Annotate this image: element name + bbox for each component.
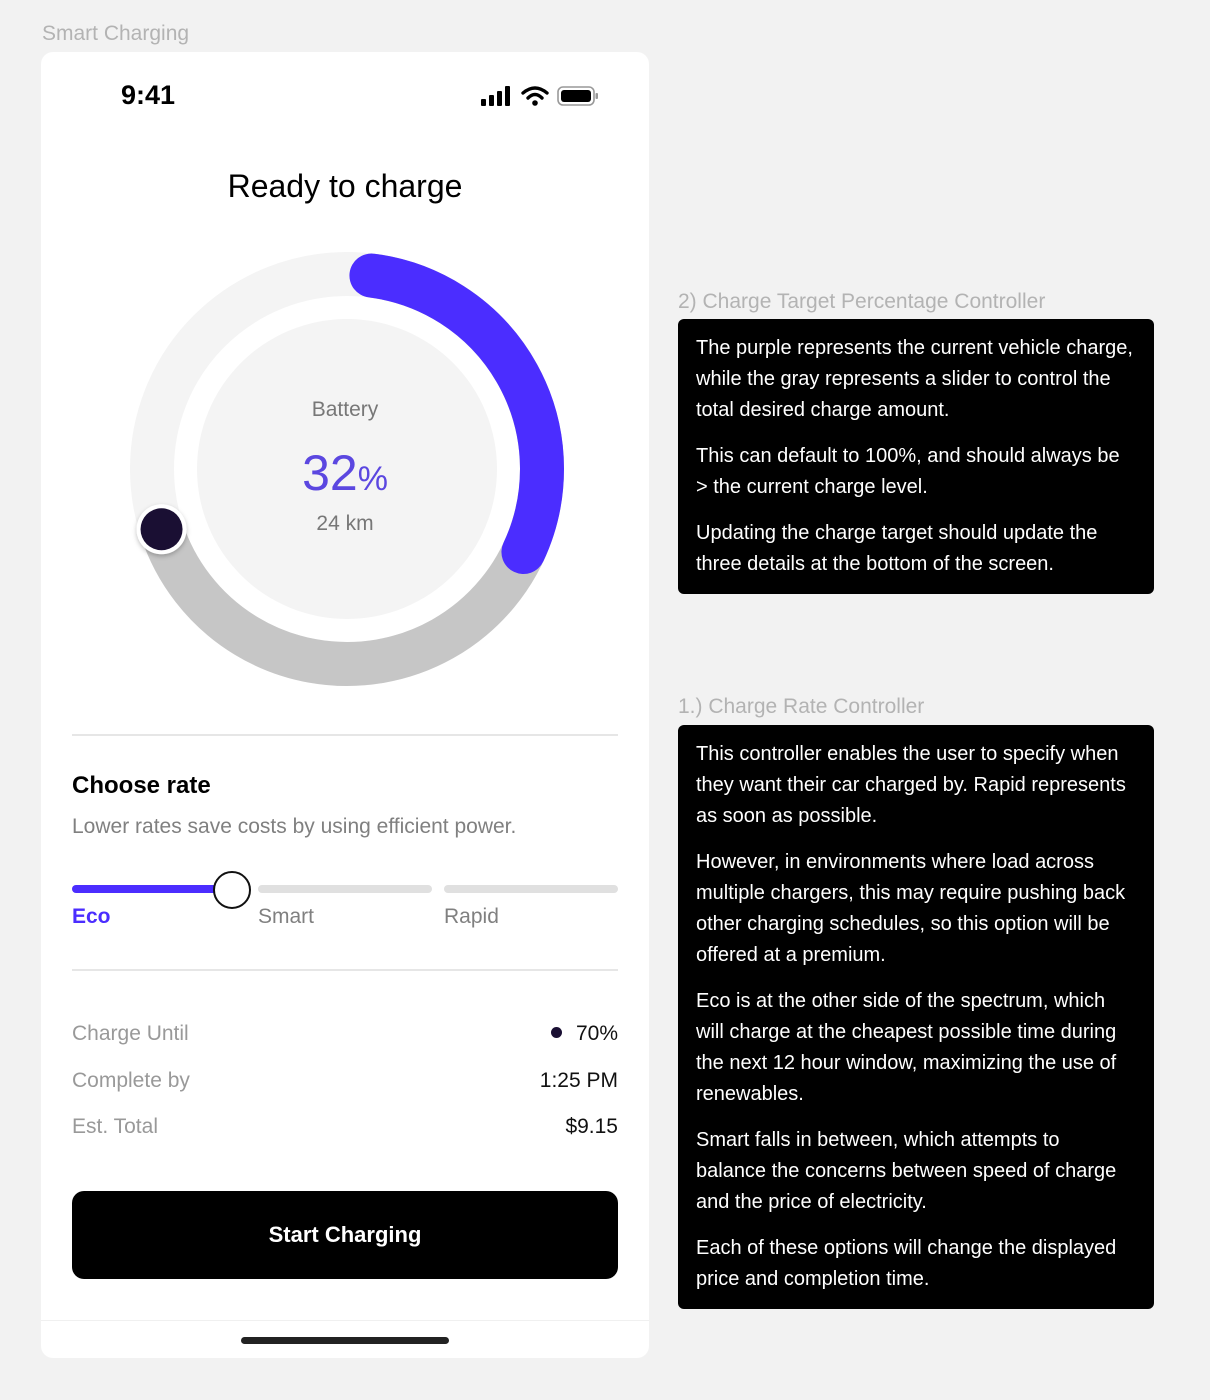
divider xyxy=(72,734,618,736)
status-icons xyxy=(481,86,599,111)
note-heading-charge-target: 2) Charge Target Percentage Controller xyxy=(678,290,1046,313)
note-paragraph: Eco is at the other side of the spectrum… xyxy=(696,990,1117,1105)
note-paragraph: Smart falls in between, which attempts t… xyxy=(696,1129,1117,1213)
note-paragraph: Updating the charge target should update… xyxy=(696,522,1098,575)
start-charging-button[interactable]: Start Charging xyxy=(72,1191,618,1279)
detail-charge-until-value: 70% xyxy=(550,1022,618,1046)
note-charge-rate: This controller enables the user to spec… xyxy=(678,725,1154,1309)
rate-subtitle: Lower rates save costs by using efficien… xyxy=(72,815,517,838)
rate-option-eco[interactable]: Eco xyxy=(72,905,111,929)
rate-title: Choose rate xyxy=(72,772,211,799)
battery-range: 24 km xyxy=(316,512,374,535)
phone-screen: 9:41 Ready to charge Battery 32% 24 km C… xyxy=(41,52,649,1358)
note-paragraph: This can default to 100%, and should alw… xyxy=(696,445,1120,498)
rate-option-smart[interactable]: Smart xyxy=(258,905,314,929)
divider xyxy=(72,969,618,971)
battery-percent-unit: % xyxy=(357,460,388,498)
rate-slider-handle[interactable] xyxy=(213,871,251,909)
rate-track-rapid[interactable] xyxy=(444,885,618,893)
rate-track-smart[interactable] xyxy=(258,885,432,893)
note-paragraph: The purple represents the current vehicl… xyxy=(696,337,1133,421)
battery-label: Battery xyxy=(311,398,379,421)
detail-charge-until-label: Charge Until xyxy=(72,1022,189,1045)
page-title: Ready to charge xyxy=(227,168,463,204)
rate-option-rapid[interactable]: Rapid xyxy=(444,905,499,929)
rate-track-eco[interactable] xyxy=(72,885,232,893)
charge-until-value: 70% xyxy=(575,1022,618,1045)
battery-icon xyxy=(557,86,599,111)
status-time: 9:41 xyxy=(121,80,176,110)
note-paragraph: This controller enables the user to spec… xyxy=(696,743,1126,827)
signal-icon xyxy=(481,86,513,111)
note-charge-target: The purple represents the current vehicl… xyxy=(678,319,1154,594)
note-paragraph: However, in environments where load acro… xyxy=(696,851,1126,966)
wifi-icon xyxy=(521,86,549,111)
target-dot-icon xyxy=(550,1026,562,1038)
note-heading-charge-rate: 1.) Charge Rate Controller xyxy=(678,695,925,718)
battery-percent-value: 32 xyxy=(302,445,358,501)
frame-label: Smart Charging xyxy=(42,22,190,45)
battery-percent: 32% xyxy=(41,444,649,502)
detail-est-total-label: Est. Total xyxy=(72,1115,158,1138)
note-paragraph: Each of these options will change the di… xyxy=(696,1237,1117,1290)
detail-complete-by-label: Complete by xyxy=(72,1069,190,1092)
detail-complete-by-value: 1:25 PM xyxy=(539,1069,618,1092)
home-indicator[interactable] xyxy=(241,1337,449,1344)
detail-est-total-value: $9.15 xyxy=(565,1115,618,1138)
status-bar: 9:41 xyxy=(41,52,649,142)
